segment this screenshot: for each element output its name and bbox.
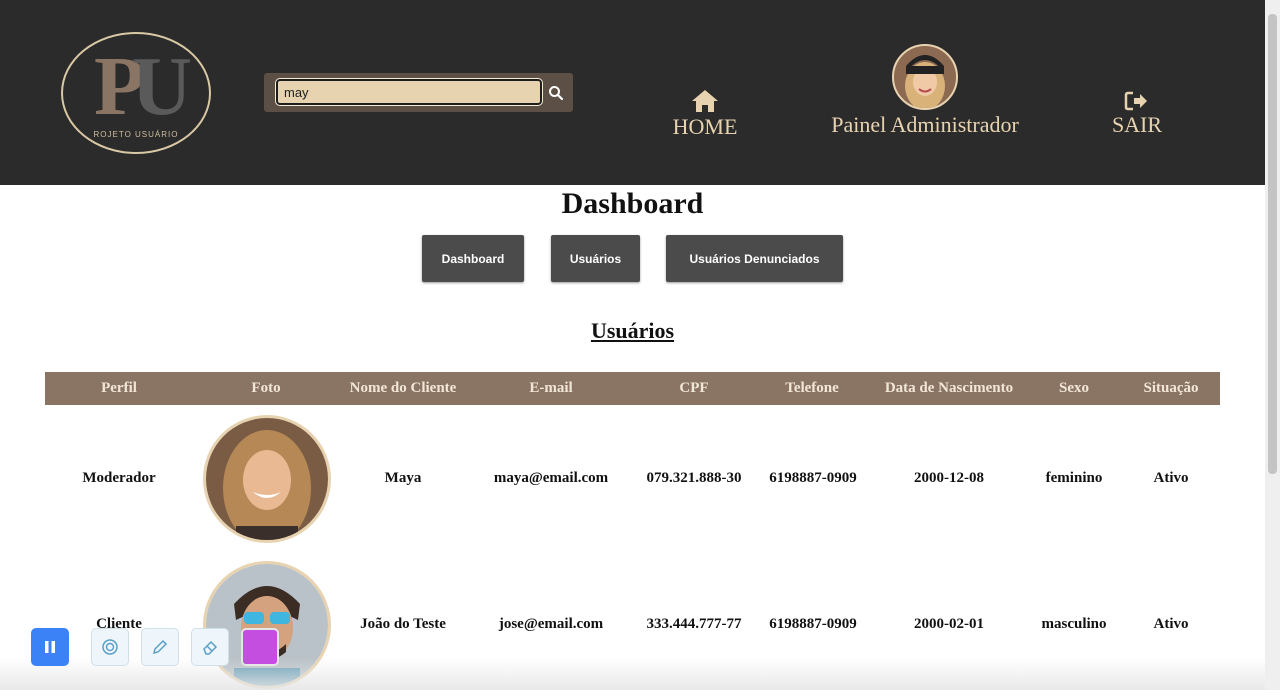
cell-cpf: 333.444.777-77 xyxy=(646,616,742,632)
tab-usuarios[interactable]: Usuários xyxy=(551,235,640,282)
home-icon xyxy=(692,90,718,112)
column-header-foto: Foto xyxy=(251,380,281,396)
touch-button[interactable] xyxy=(91,628,129,666)
column-header-situacao: Situação xyxy=(1143,380,1199,396)
admin-avatar xyxy=(892,44,958,110)
table-header: Perfil Foto Nome do Cliente E-mail CPF T… xyxy=(45,372,1220,405)
cell-sexo: feminino xyxy=(1045,470,1103,486)
pause-button[interactable] xyxy=(31,628,69,666)
cell-email: maya@email.com xyxy=(493,470,609,486)
logo[interactable]: PU ROJETO USUÁRIO xyxy=(61,32,211,154)
search-box xyxy=(264,73,573,112)
pencil-button[interactable] xyxy=(141,628,179,666)
nav-exit[interactable]: SAIR xyxy=(1098,90,1176,138)
touch-icon xyxy=(102,639,118,655)
column-header-perfil: Perfil xyxy=(101,380,137,396)
eraser-icon xyxy=(203,640,218,655)
cell-perfil: Moderador xyxy=(82,470,156,486)
cell-sexo: masculino xyxy=(1041,616,1107,632)
scrollbar[interactable] xyxy=(1265,0,1280,690)
cell-nome: Maya xyxy=(384,470,422,486)
pause-icon xyxy=(45,641,55,653)
column-header-nascimento: Data de Nascimento xyxy=(884,380,1014,396)
nav-admin-label: Painel Administrador xyxy=(831,112,1019,137)
search-input[interactable] xyxy=(275,78,543,106)
logo-subtitle: ROJETO USUÁRIO xyxy=(93,130,179,139)
nav-exit-label: SAIR xyxy=(1111,112,1163,137)
table-row: Moderador Maya maya@email.com 079.321.88… xyxy=(0,405,1265,551)
logo-mark: PU xyxy=(63,42,209,132)
column-header-email: E-mail xyxy=(529,380,573,396)
cell-nascimento: 2000-12-08 xyxy=(914,470,984,486)
scrollbar-thumb[interactable] xyxy=(1268,14,1277,474)
bottom-fade xyxy=(0,658,1265,690)
logo-letter-p: P xyxy=(94,40,145,133)
column-header-sexo: Sexo xyxy=(1059,380,1089,396)
eraser-button[interactable] xyxy=(191,628,229,666)
user-photo xyxy=(203,415,331,543)
tab-dashboard[interactable]: Dashboard xyxy=(422,235,524,282)
logo-letter-u: U xyxy=(131,40,192,133)
cell-situacao: Ativo xyxy=(1153,470,1189,486)
pencil-icon xyxy=(152,639,168,655)
search-button[interactable] xyxy=(545,82,567,104)
cell-nascimento: 2000-02-01 xyxy=(914,616,984,632)
color-swatch[interactable] xyxy=(241,628,279,666)
cell-telefone: 6198887-0909 xyxy=(769,616,857,632)
page-title: Dashboard xyxy=(561,187,704,220)
nav-home[interactable]: HOME xyxy=(660,88,750,140)
cell-email: jose@email.com xyxy=(498,616,604,632)
app-header: PU ROJETO USUÁRIO HOME Pa xyxy=(0,0,1265,185)
tab-usuarios-denunciados[interactable]: Usuários Denunciados xyxy=(666,235,843,282)
search-icon xyxy=(549,86,564,101)
nav-home-label: HOME xyxy=(672,114,738,139)
sign-out-icon xyxy=(1124,91,1147,111)
column-header-cpf: CPF xyxy=(679,380,709,396)
column-header-telefone: Telefone xyxy=(785,380,839,396)
section-title: Usuários xyxy=(590,318,675,343)
column-header-nome: Nome do Cliente xyxy=(349,380,457,396)
nav-admin-panel[interactable]: Painel Administrador xyxy=(815,44,1035,138)
cell-cpf: 079.321.888-30 xyxy=(646,470,742,486)
cell-nome: João do Teste xyxy=(360,616,446,632)
cell-telefone: 6198887-0909 xyxy=(769,470,857,486)
cell-situacao: Ativo xyxy=(1153,616,1189,632)
